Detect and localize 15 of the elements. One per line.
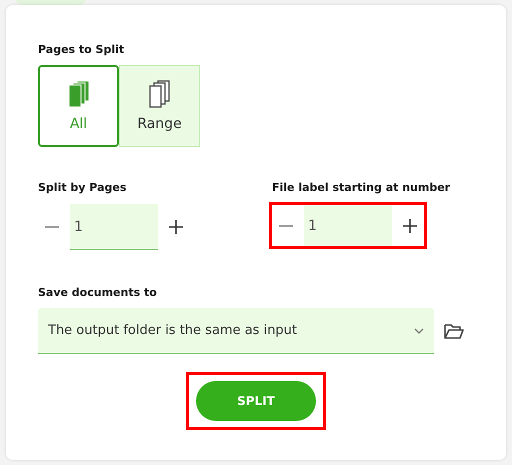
pages-stack-icon (146, 80, 172, 108)
field-label: File label starting at number (272, 181, 452, 194)
number-input[interactable]: 1 (70, 204, 158, 250)
folder-icon[interactable] (444, 323, 464, 339)
minus-icon (278, 224, 294, 226)
section-label: Pages to Split (38, 43, 126, 56)
folder-dropdown[interactable]: The output folder is the same as input (38, 308, 434, 354)
field-label: Save documents to (38, 286, 158, 299)
page-mode-toggle[interactable]: Range (119, 65, 200, 147)
chevron-down-icon (414, 328, 424, 334)
field-label: Split by Pages (38, 181, 128, 194)
plus-icon (402, 218, 418, 234)
plus-icon (168, 219, 184, 235)
minus-icon (44, 226, 60, 228)
number-input[interactable]: 1 (304, 205, 392, 246)
